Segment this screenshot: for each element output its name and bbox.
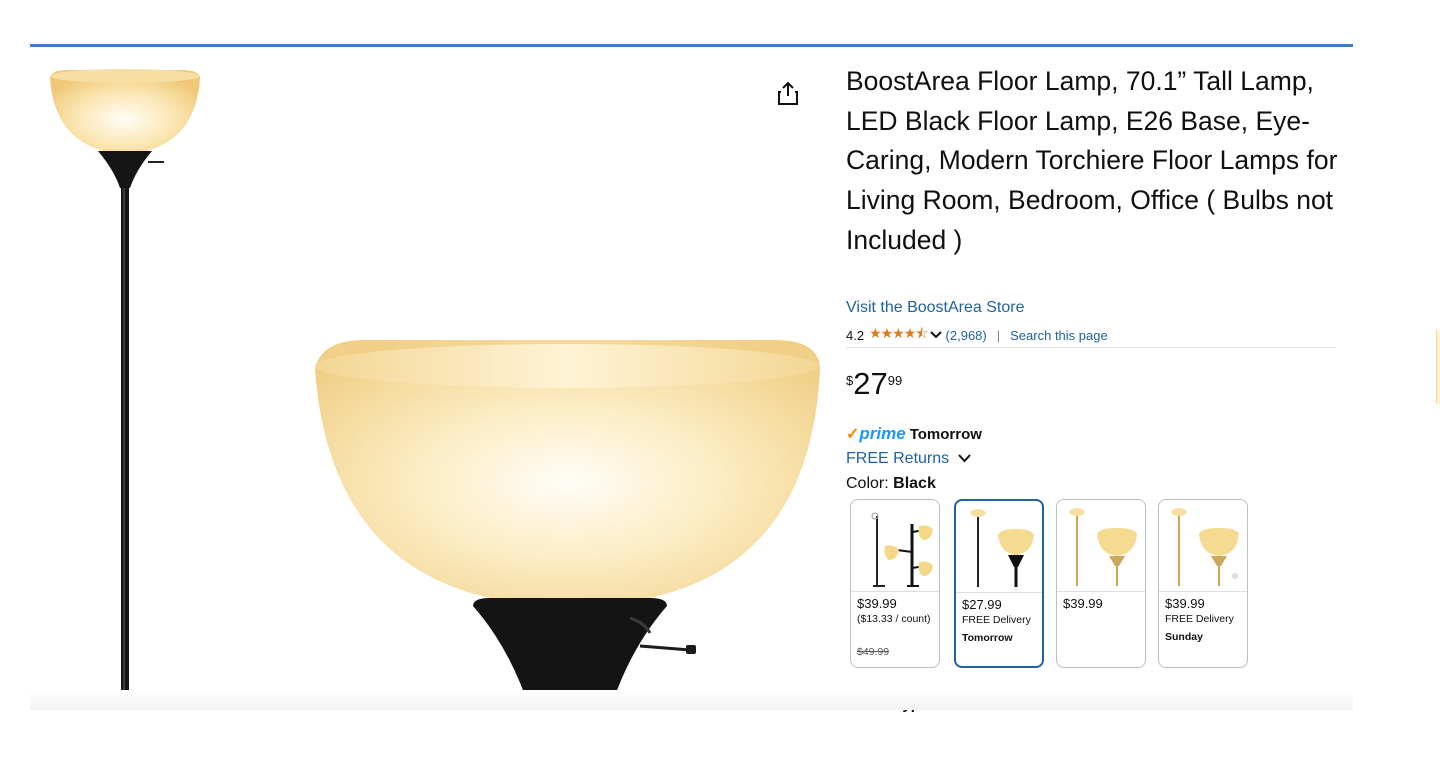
color-swatch-4[interactable]: $39.99 FREE Delivery Sunday <box>1158 499 1248 668</box>
product-main-image[interactable] <box>30 48 830 710</box>
share-icon[interactable] <box>776 80 800 106</box>
chevron-down-icon[interactable] <box>957 451 971 466</box>
prime-delivery-day: Tomorrow <box>909 425 982 443</box>
swatch-divider <box>851 591 939 592</box>
color-swatch-2[interactable]: $27.99 FREE Delivery Tomorrow <box>954 499 1044 668</box>
rating-row: 4.2 ★★★★⯪ (2,968) | Search this page <box>846 323 1108 347</box>
color-label: Color: Black <box>846 475 936 493</box>
swatch-delivery: FREE Delivery <box>962 614 1031 626</box>
top-divider <box>30 44 1353 47</box>
color-value: Black <box>893 475 936 492</box>
rating-count-link[interactable]: (2,968) <box>946 328 987 343</box>
price-whole: 27 <box>853 366 888 401</box>
swatch-2-lamp-thumbnail <box>970 509 1034 587</box>
floor-lamp-image <box>50 69 820 710</box>
swatch-unit-price: ($13.33 / count) <box>857 613 931 625</box>
swatch-divider <box>956 592 1042 593</box>
free-returns-label: FREE Returns <box>846 450 950 467</box>
price-symbol: $ <box>846 373 854 388</box>
price-fraction: 99 <box>887 373 903 388</box>
color-label-text: Color: <box>846 475 889 492</box>
free-returns-link[interactable]: FREE Returns <box>846 450 971 468</box>
swatch-divider <box>1159 591 1247 592</box>
chevron-down-icon[interactable] <box>929 328 942 342</box>
prime-delivery: ✓ prime Tomorrow <box>846 424 982 444</box>
swatch-delivery-day: Sunday <box>1165 631 1203 643</box>
product-title: BoostArea Floor Lamp, 70.1” Tall Lamp, L… <box>846 66 1338 255</box>
side-panel-tab[interactable] <box>1436 330 1440 404</box>
color-swatch-1[interactable]: $39.99 ($13.33 / count) $49.99 <box>850 499 940 668</box>
search-this-page-link[interactable]: Search this page <box>1010 328 1108 343</box>
prime-check-icon: ✓ <box>846 426 860 443</box>
swatch-price: $27.99 <box>962 597 1002 612</box>
color-swatch-3[interactable]: $39.99 <box>1056 499 1146 668</box>
swatch-delivery: FREE Delivery <box>1165 613 1234 625</box>
prime-logo: prime <box>859 424 906 443</box>
swatch-4-lamp-thumbnail <box>1171 508 1239 586</box>
swatch-price: $39.99 <box>857 596 897 611</box>
swatch-price: $39.99 <box>1165 596 1205 611</box>
swatch-list-price: $49.99 <box>857 646 890 658</box>
swatch-divider <box>1057 591 1145 592</box>
rating-separator: | <box>996 327 1001 343</box>
star-rating-icon[interactable]: ★★★★⯪ <box>869 323 928 347</box>
rating-value: 4.2 <box>846 327 865 343</box>
content-fade <box>30 690 1353 710</box>
title-divider <box>846 347 1336 348</box>
swatch-price: $39.99 <box>1063 596 1103 611</box>
swatch-3-lamp-thumbnail <box>1069 508 1137 586</box>
swatch-delivery-day: Tomorrow <box>962 632 1013 644</box>
price: $ 27 99 <box>846 366 902 402</box>
visit-store-link[interactable]: Visit the BoostArea Store <box>846 299 1024 317</box>
swatch-1-lamp-thumbnail <box>871 512 933 587</box>
